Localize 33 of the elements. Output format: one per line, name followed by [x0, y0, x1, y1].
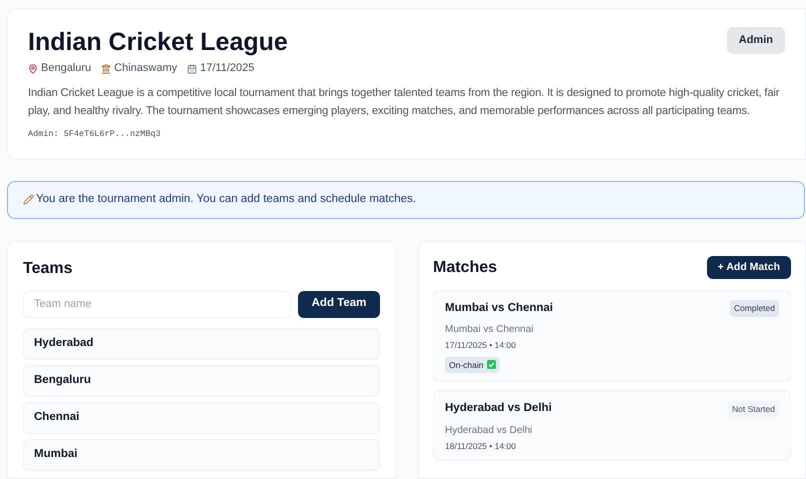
on-chain-badge: On-chain [445, 356, 500, 374]
team-item[interactable]: Bengaluru [23, 364, 380, 396]
team-item[interactable]: Chennai [23, 402, 380, 434]
matches-title: Matches [433, 258, 498, 278]
pin-icon [28, 64, 38, 74]
match-card[interactable]: Hyderabad vs Delhi Not Started Hyderabad vs Delhi 18/11/2025 • 14:00 [433, 390, 791, 462]
status-badge: Not Started [728, 400, 779, 418]
team-name-input[interactable]: Team name [23, 290, 292, 318]
teams-title: Teams [23, 258, 74, 278]
meta-text: Bengaluru [41, 61, 92, 76]
role-badge: Admin [726, 27, 785, 54]
tournament-title: Indian Cricket League [28, 27, 288, 58]
status-badge: Completed [730, 300, 779, 316]
meta-text: 17/11/2025 [200, 61, 254, 76]
pencil-icon [23, 194, 34, 205]
meta-text: Chinaswamy [114, 61, 178, 76]
notice-text: You are the tournament admin. You can add teams and schedule matches. [36, 192, 416, 207]
team-item[interactable]: Mumbai [23, 438, 380, 470]
team-item[interactable]: Hyderabad [23, 328, 380, 360]
add-match-button[interactable]: + Add Match [706, 256, 791, 279]
match-title: Mumbai vs Chennai [445, 300, 553, 316]
building-icon [101, 64, 112, 74]
admin-address: Admin: 5F4eT6L6rP...nzMBq3 [28, 128, 162, 140]
match-teams: Hyderabad vs Delhi [445, 424, 534, 438]
match-time: 18/11/2025 • 14:00 [445, 440, 517, 452]
tournament-description: Indian Cricket League is a competitive local tournament that brings together talented teams from the region. It is designed to promote high-quality cricket, fair play, and healthy rivalry. The tournament showcases emerging players, exciting matches, and memorable performances across all participating teams. [28, 86, 780, 119]
match-card[interactable]: Mumbai vs Chennai Completed Mumbai vs Chennai 17/11/2025 • 14:00 On-chain [433, 290, 791, 382]
check-icon [486, 360, 496, 370]
match-title: Hyderabad vs Delhi [445, 401, 552, 416]
add-team-button[interactable]: Add Team [298, 290, 380, 318]
match-time: 17/11/2025 • 14:00 [445, 338, 517, 352]
match-teams: Mumbai vs Chennai [445, 322, 534, 337]
calendar-icon [187, 64, 198, 74]
